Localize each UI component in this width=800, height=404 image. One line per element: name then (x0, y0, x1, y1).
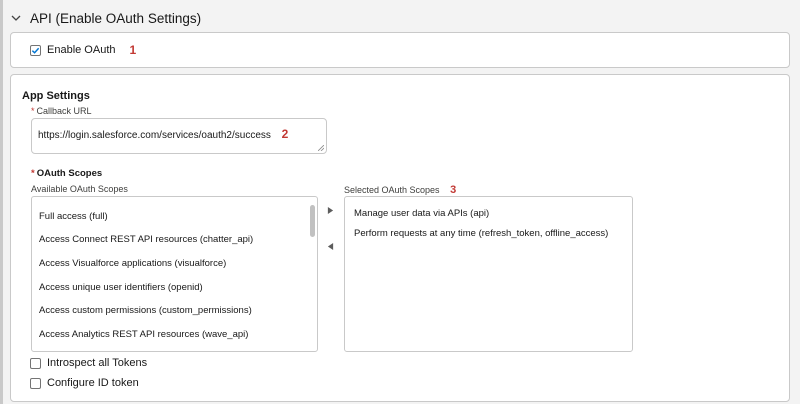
list-item[interactable]: Manage user data via APIs (api) (345, 204, 632, 224)
enable-oauth-checkbox[interactable] (30, 44, 41, 56)
list-item[interactable]: Access Connect REST API resources (chatt… (32, 228, 317, 252)
enable-oauth-row[interactable]: Enable OAuth 1 (30, 43, 136, 57)
callback-url-label: * Callback URL (31, 106, 92, 116)
list-item[interactable]: Access Visualforce applications (visualf… (32, 252, 317, 276)
list-item[interactable]: Access Analytics REST API resources (wav… (32, 323, 317, 347)
list-item[interactable]: Full access (full) (32, 205, 317, 229)
chevron-down-icon[interactable] (10, 12, 22, 24)
list-item[interactable]: Perform requests at any time (refresh_to… (345, 224, 632, 244)
required-marker: * (31, 106, 35, 116)
step-marker-3: 3 (450, 184, 457, 196)
configure-id-token-label: Configure ID token (47, 377, 139, 389)
enable-oauth-label: Enable OAuth (47, 44, 116, 56)
triangle-left-icon (327, 242, 333, 250)
list-item[interactable]: Access unique user identifiers (openid) (32, 276, 317, 300)
introspect-tokens-checkbox[interactable] (30, 357, 41, 369)
step-marker-2: 2 (281, 127, 289, 141)
left-border (0, 0, 3, 404)
required-marker: * (31, 168, 35, 179)
available-scopes-listbox[interactable]: Manage user data via Web browsers (web) … (31, 196, 318, 352)
remove-scope-button[interactable] (323, 239, 337, 253)
add-scope-button[interactable] (323, 203, 337, 217)
callback-url-value: https://login.salesforce.com/services/oa… (38, 130, 271, 141)
section-header[interactable]: API (Enable OAuth Settings) (10, 6, 201, 30)
checkmark-icon (31, 47, 40, 54)
selected-scopes-label: Selected OAuth Scopes 3 (344, 184, 457, 196)
list-item[interactable]: Access custom permissions (custom_permis… (32, 299, 317, 323)
app-settings-card: App Settings * Callback URL https://login… (10, 74, 790, 402)
callback-url-textarea[interactable]: https://login.salesforce.com/services/oa… (31, 118, 327, 154)
configure-id-token-row[interactable]: Configure ID token (30, 377, 139, 389)
configure-id-token-checkbox[interactable] (30, 377, 41, 389)
oauth-scopes-label: * OAuth Scopes (31, 168, 103, 179)
section-title: API (Enable OAuth Settings) (30, 10, 202, 26)
app-settings-title: App Settings (22, 90, 90, 102)
enable-oauth-card: Enable OAuth 1 (10, 32, 790, 68)
step-marker-1: 1 (129, 43, 137, 57)
selected-scopes-listbox[interactable]: Manage user data via APIs (api) Perform … (344, 196, 633, 352)
list-item[interactable]: Manage user data via Web browsers (web) (32, 197, 317, 205)
resize-handle-icon[interactable] (318, 145, 324, 151)
introspect-tokens-label: Introspect all Tokens (47, 357, 148, 369)
available-scopes-label: Available OAuth Scopes (31, 184, 128, 194)
triangle-right-icon (327, 206, 333, 214)
scrollbar-thumb[interactable] (310, 205, 315, 237)
introspect-tokens-row[interactable]: Introspect all Tokens (30, 357, 147, 369)
